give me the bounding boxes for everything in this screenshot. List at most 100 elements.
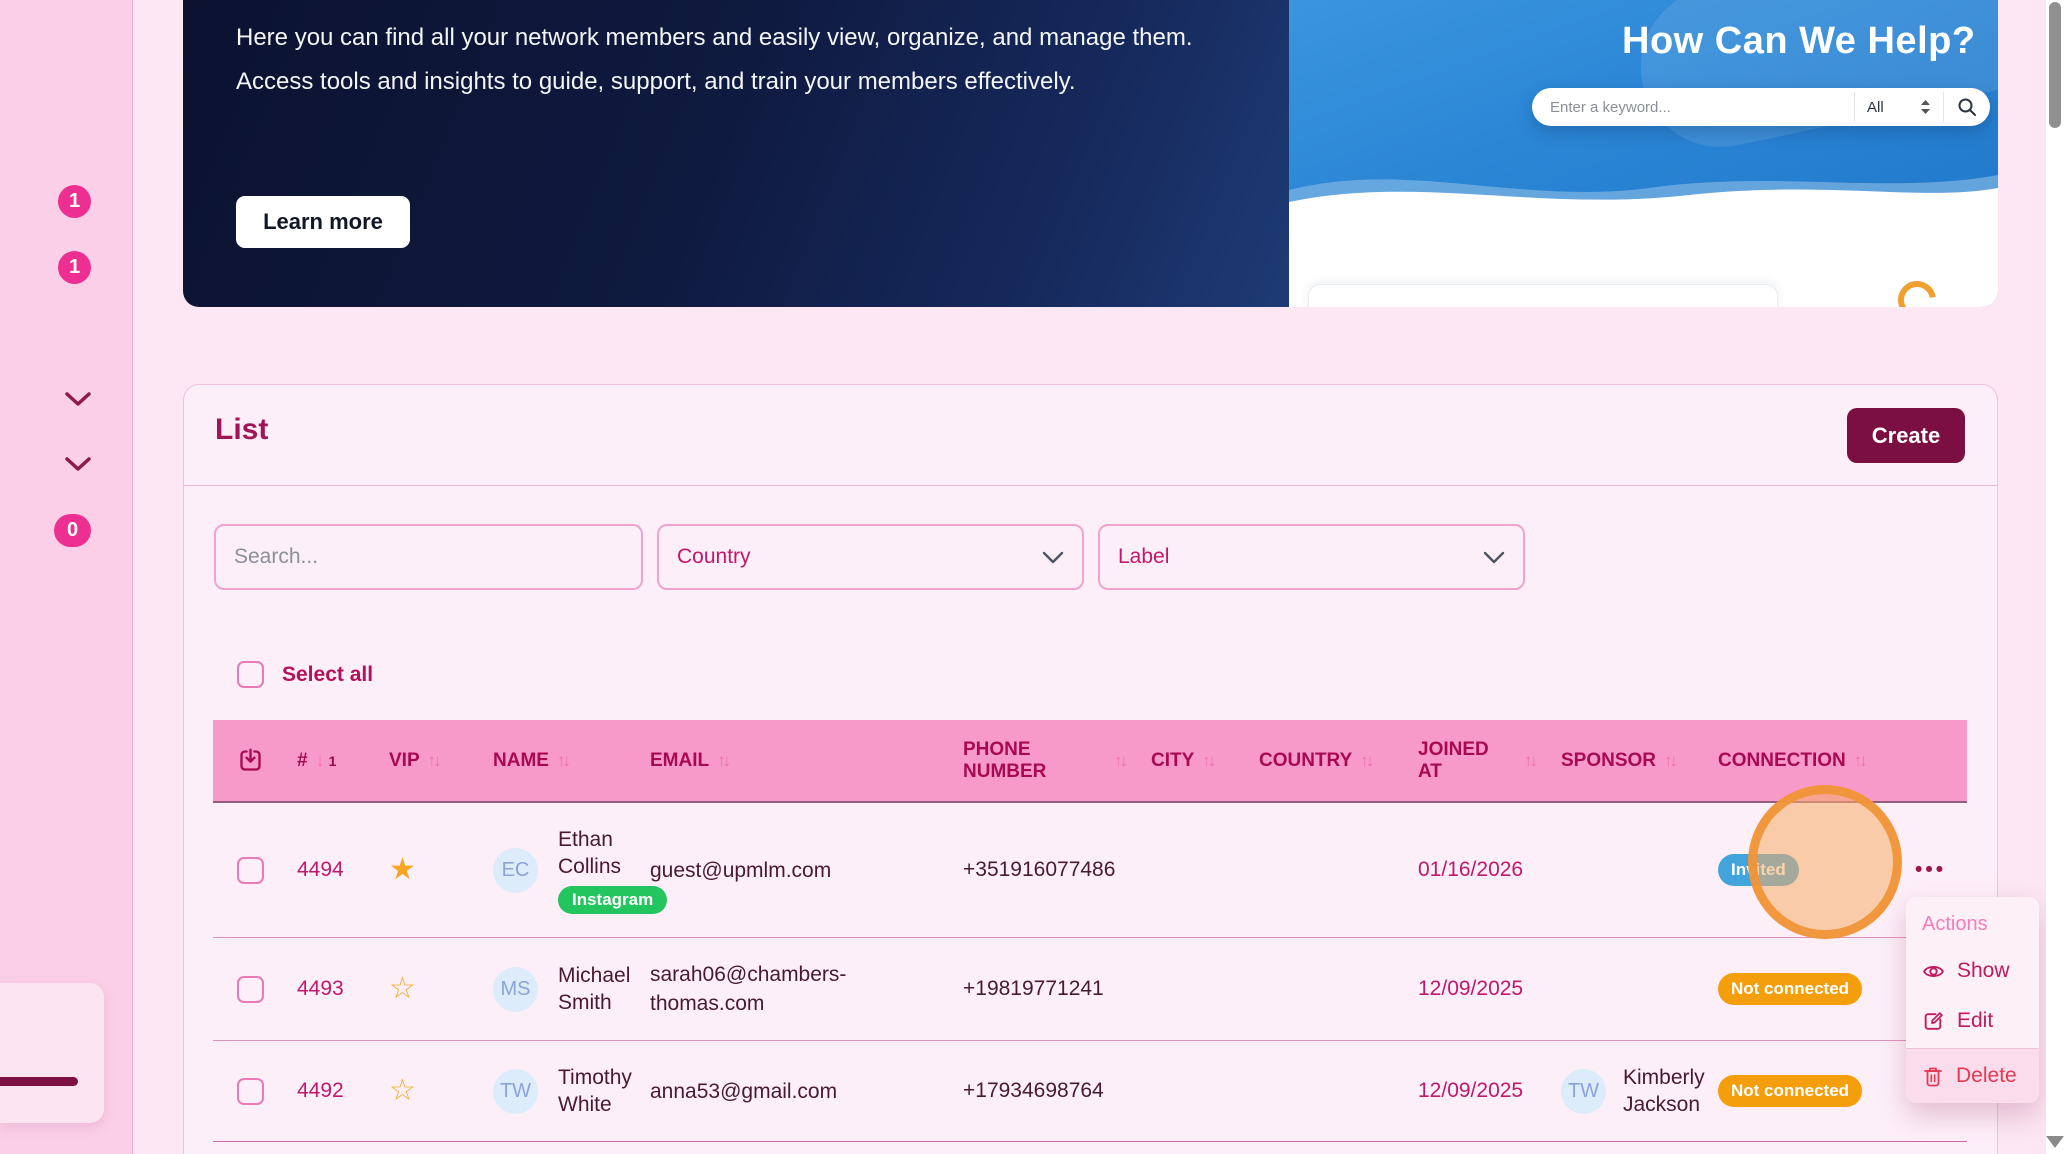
members-list-card: List Create Country Label Select all #: [183, 384, 1998, 1154]
search-field-wrapper: [214, 524, 643, 590]
table-header: # ↓ 1 VIP ↑↓ NAME ↑↓ EMAIL ↑↓ PHONE NUMBE…: [213, 720, 1967, 803]
country-filter-select[interactable]: Country: [657, 524, 1084, 590]
label-filter-select[interactable]: Label: [1098, 524, 1525, 590]
row-id-link[interactable]: 4494: [285, 858, 377, 882]
eye-icon: [1922, 960, 1945, 983]
wave-graphic: [1289, 175, 1998, 220]
member-name: Ethan Collins: [558, 828, 622, 878]
column-header-phone[interactable]: PHONE NUMBER ↑↓: [951, 739, 1139, 783]
sort-desc-icon: ↓: [315, 750, 325, 770]
search-input[interactable]: [216, 545, 641, 569]
scrollbar-track[interactable]: [2046, 0, 2064, 1154]
menu-item-edit[interactable]: Edit: [1906, 996, 2039, 1046]
select-all-checkbox[interactable]: [237, 661, 264, 688]
sort-arrows-icon: ↑↓: [1114, 750, 1128, 770]
column-label: VIP: [389, 749, 420, 771]
row-actions-button[interactable]: •••: [1903, 859, 1967, 880]
row-cell-name: TW Timothy White: [469, 1064, 638, 1118]
intro-banner: Here you can find all your network membe…: [183, 0, 1998, 307]
vip-star-icon[interactable]: ★: [389, 853, 416, 886]
member-joined-at: 12/09/2025: [1418, 977, 1524, 1000]
sidebar-notification-badge[interactable]: 1: [58, 185, 91, 218]
member-phone: +17934698764: [963, 1079, 1104, 1102]
column-label: COUNTRY: [1259, 749, 1353, 771]
column-header-name[interactable]: NAME ↑↓: [469, 750, 638, 772]
member-email: sarah06@chambers-thomas.com: [650, 963, 847, 1015]
avatar: EC: [493, 847, 538, 893]
connection-status-badge: Not connected: [1718, 1075, 1863, 1107]
actions-menu-title: Actions: [1922, 913, 1988, 935]
sort-arrows-icon: ↑↓: [556, 750, 571, 770]
column-header-id[interactable]: # ↓ 1: [285, 750, 377, 772]
column-header-vip[interactable]: VIP ↑↓: [377, 750, 469, 772]
avatar: TW: [1561, 1068, 1606, 1114]
banner-line-1: Here you can find all your network membe…: [236, 24, 1193, 51]
chevron-down-icon[interactable]: [64, 391, 92, 407]
member-name: Michael Smith: [558, 964, 631, 1014]
pencil-icon: [1922, 1010, 1945, 1033]
row-checkbox[interactable]: [237, 975, 264, 1003]
mini-card-progress-bar: [0, 1077, 78, 1086]
column-header-joined-at[interactable]: JOINED AT ↑↓: [1406, 739, 1549, 783]
menu-item-delete[interactable]: Delete: [1906, 1049, 2039, 1103]
scrollbar-thumb[interactable]: [2049, 2, 2061, 128]
menu-item-label: Edit: [1957, 1009, 1994, 1032]
connection-status-badge: Not connected: [1718, 973, 1863, 1005]
column-label: CONNECTION: [1718, 749, 1846, 771]
column-label: EMAIL: [650, 749, 710, 771]
help-scope-value: All: [1867, 98, 1884, 116]
help-title: How Can We Help?: [1622, 20, 1976, 62]
help-article-card: [1308, 284, 1778, 307]
learn-more-button[interactable]: Learn more: [236, 196, 410, 248]
help-scope-select[interactable]: All: [1855, 88, 1943, 126]
sort-arrows-icon: ↑↓: [1853, 750, 1868, 770]
chevron-down-icon: [1483, 551, 1505, 563]
help-center-preview: How Can We Help? All: [1289, 0, 1998, 307]
table-row: 4494 ★ EC Ethan Collins Instagram guest@…: [213, 803, 1967, 938]
column-header-email[interactable]: EMAIL ↑↓: [638, 750, 951, 772]
column-header-sponsor[interactable]: SPONSOR ↑↓: [1549, 750, 1706, 772]
chevron-down-icon[interactable]: [64, 456, 92, 472]
sidebar-notification-badge[interactable]: 1: [58, 251, 91, 284]
column-header-city[interactable]: CITY ↑↓: [1139, 750, 1247, 772]
avatar: TW: [493, 1068, 538, 1114]
member-phone: +351916077486: [963, 858, 1116, 881]
row-cell-select: [213, 1077, 285, 1105]
column-header-country[interactable]: COUNTRY ↑↓: [1247, 750, 1406, 772]
scroll-down-arrow-icon[interactable]: [2046, 1136, 2064, 1148]
sidebar-notification-badge[interactable]: 0: [54, 514, 91, 547]
sort-arrows-icon: ↑↓: [1524, 750, 1538, 770]
sort-arrows-icon: ↑↓: [1360, 750, 1374, 770]
social-label-badge: Instagram: [558, 886, 668, 914]
help-keyword-input[interactable]: [1532, 88, 1854, 126]
member-name: Timothy White: [558, 1066, 632, 1116]
row-cell-select: [213, 856, 285, 884]
sort-arrows-icon: ↑↓: [427, 750, 442, 770]
sort-order: 1: [328, 752, 337, 769]
create-button[interactable]: Create: [1847, 408, 1965, 463]
row-cell-connection: Invited: [1706, 854, 1903, 886]
row-id-link[interactable]: 4492: [285, 1079, 377, 1103]
column-header-connection[interactable]: CONNECTION ↑↓: [1706, 750, 1903, 772]
member-joined-at: 01/16/2026: [1418, 858, 1524, 881]
menu-item-show[interactable]: Show: [1906, 946, 2039, 996]
member-sponsor: TW Kimberly Jackson: [1549, 1064, 1706, 1118]
sidebar: 1 1 0: [0, 0, 133, 1154]
export-button[interactable]: [213, 747, 285, 774]
row-id-link[interactable]: 4493: [285, 977, 377, 1001]
row-checkbox[interactable]: [237, 856, 264, 884]
vip-star-icon[interactable]: ☆: [389, 972, 416, 1005]
banner-text-panel: Here you can find all your network membe…: [183, 0, 1289, 307]
member-phone: +19819771241: [963, 977, 1104, 1000]
member-joined-at: 12/09/2025: [1418, 1079, 1524, 1102]
help-search-bar[interactable]: All: [1532, 88, 1990, 126]
row-checkbox[interactable]: [237, 1077, 264, 1105]
vip-star-icon[interactable]: ☆: [389, 1074, 416, 1107]
column-label: JOINED AT: [1418, 738, 1489, 782]
member-email: guest@upmlm.com: [650, 858, 832, 882]
help-search-button[interactable]: [1944, 88, 1990, 126]
row-actions-menu: Actions Show Edit Delete: [1906, 897, 2039, 1103]
banner-line-2: Access tools and insights to guide, supp…: [236, 68, 1076, 95]
menu-item-label: Show: [1957, 959, 2010, 982]
column-label: CITY: [1151, 749, 1195, 771]
